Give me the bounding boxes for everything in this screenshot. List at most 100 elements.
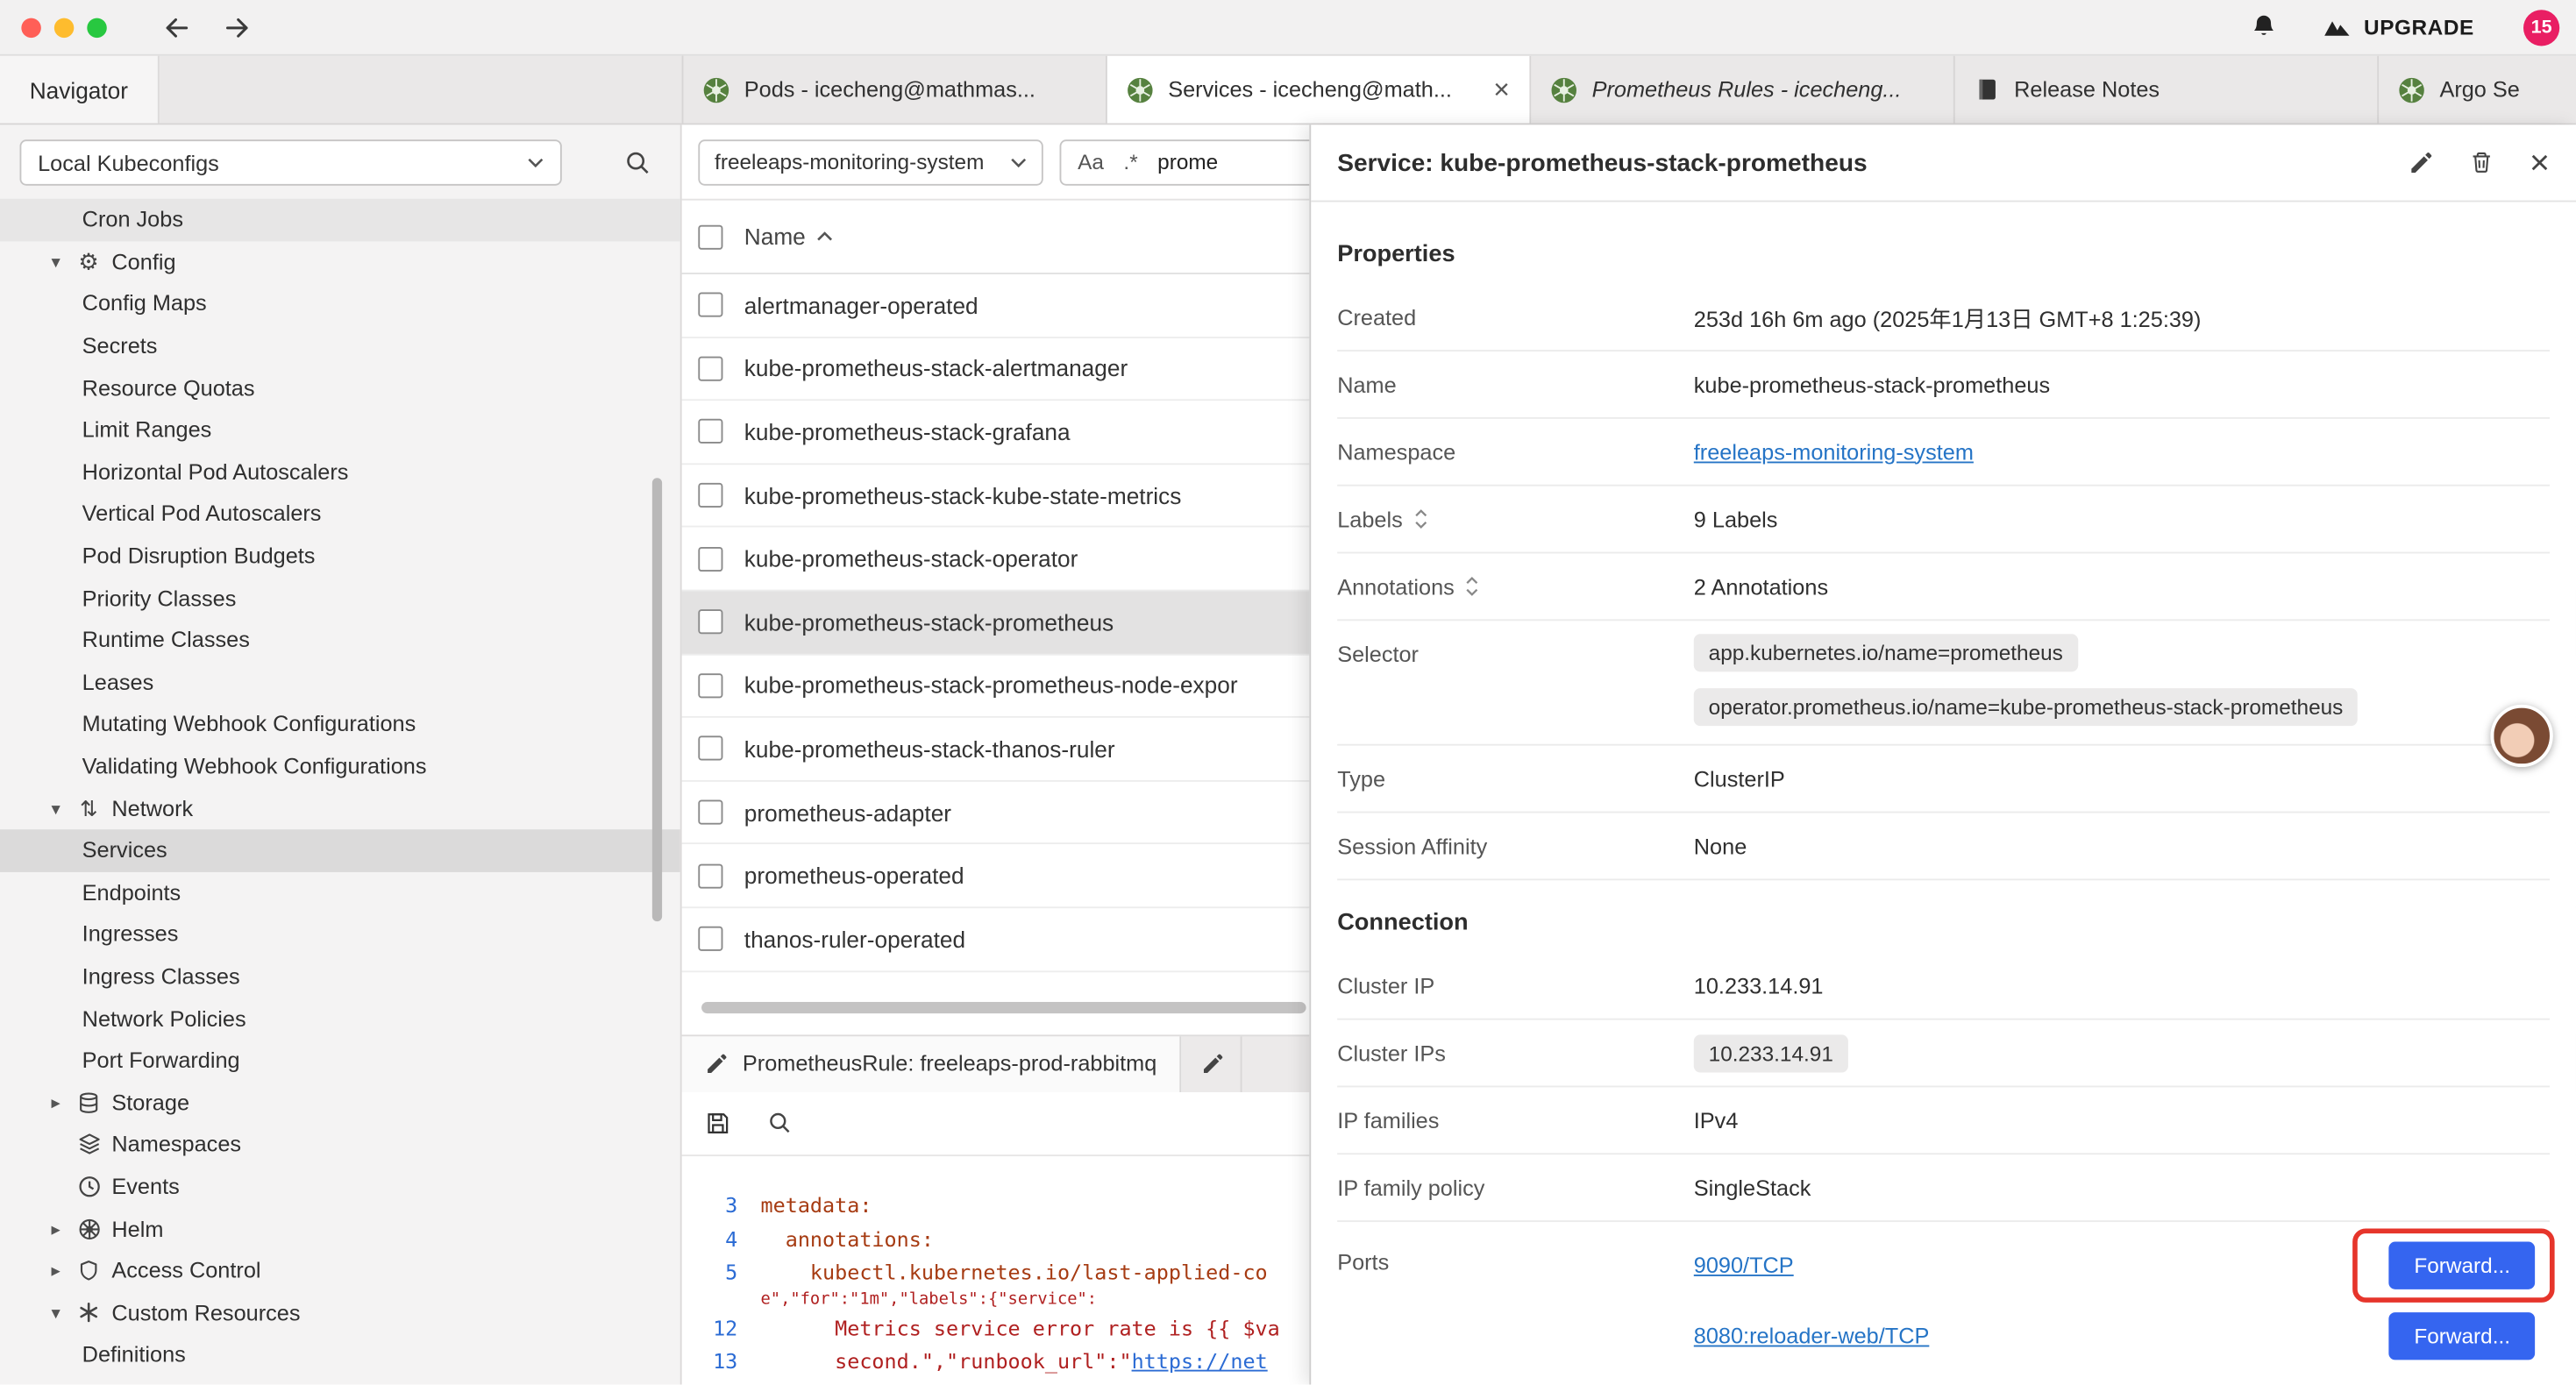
row-checkbox[interactable] — [698, 927, 722, 951]
kubeconfig-select[interactable]: Local Kubeconfigs — [19, 139, 561, 185]
upgrade-label: UPGRADE — [2364, 15, 2474, 39]
forward-button[interactable]: Forward... — [2389, 1312, 2535, 1360]
properties-section-heading: Properties — [1337, 238, 2550, 271]
sidebar-item-label: Access Control — [111, 1259, 260, 1283]
sidebar-item-access-control[interactable]: ▸ Access Control — [0, 1250, 680, 1292]
name-column-header[interactable]: Name — [744, 224, 834, 250]
close-drawer-icon[interactable]: × — [2530, 146, 2550, 180]
sidebar-item-validating-webhook-configurations[interactable]: Validating Webhook Configurations — [0, 745, 680, 787]
zoom-window-button[interactable] — [87, 18, 106, 37]
sidebar-item-pod-disruption-budgets[interactable]: Pod Disruption Budgets — [0, 535, 680, 577]
sidebar-item-leases[interactable]: Leases — [0, 661, 680, 703]
select-all-checkbox[interactable] — [698, 224, 722, 249]
row-checkbox[interactable] — [698, 736, 722, 761]
row-checkbox[interactable] — [698, 293, 722, 317]
back-icon[interactable] — [162, 16, 190, 39]
sidebar-item-endpoints[interactable]: Endpoints — [0, 871, 680, 913]
expand-toggle-icon[interactable] — [1414, 509, 1427, 529]
sidebar-item-definitions[interactable]: Definitions — [0, 1334, 680, 1376]
delete-icon[interactable] — [2469, 150, 2494, 176]
sidebar-item-runtime-classes[interactable]: Runtime Classes — [0, 619, 680, 661]
editor-search-icon[interactable] — [767, 1111, 792, 1135]
chevron-right-icon: ▸ — [43, 1260, 69, 1281]
row-checkbox[interactable] — [698, 356, 722, 380]
sidebar-item-horizontal-pod-autoscalers[interactable]: Horizontal Pod Autoscalers — [0, 451, 680, 493]
sidebar-item-ingress-classes[interactable]: Ingress Classes — [0, 955, 680, 998]
sidebar-item-label: Ingress Classes — [82, 964, 240, 989]
expand-toggle-icon[interactable] — [1466, 577, 1479, 596]
tab-argo-se[interactable]: Argo Se — [2379, 56, 2576, 124]
port-link[interactable]: 8080:reloader-web/TCP — [1694, 1324, 1930, 1348]
namespace-link[interactable]: freeleaps-monitoring-system — [1694, 439, 1974, 464]
sidebar-item-resource-quotas[interactable]: Resource Quotas — [0, 367, 680, 409]
port-link[interactable]: 9090/TCP — [1694, 1254, 1794, 1278]
sidebar-item-network[interactable]: ▾⇅Network — [0, 787, 680, 829]
sidebar-scrollbar[interactable] — [652, 478, 662, 921]
sidebar-item-secrets[interactable]: Secrets — [0, 325, 680, 367]
row-checkbox[interactable] — [698, 420, 722, 444]
row-label: Labels — [1337, 507, 1403, 531]
sidebar-item-helm[interactable]: ▸Helm — [0, 1208, 680, 1250]
release-notes-icon — [1975, 77, 1999, 102]
sidebar-item-namespaces[interactable]: Namespaces — [0, 1124, 680, 1166]
navigator-tree: Cron Jobs▾⚙ConfigConfig MapsSecretsResou… — [0, 199, 680, 1376]
sidebar-item-label: Namespaces — [111, 1133, 241, 1157]
dock-tab-label: PrometheusRule: freeleaps-prod-rabbitmq — [743, 1051, 1156, 1076]
sidebar-item-limit-ranges[interactable]: Limit Ranges — [0, 408, 680, 451]
close-tab-icon[interactable]: × — [1493, 75, 1510, 103]
row-label: IP family policy — [1337, 1175, 1484, 1200]
row-checkbox[interactable] — [698, 610, 722, 635]
dock-tab-prometheusrule-freeleaps-prod-rabbitmq[interactable]: PrometheusRule: freeleaps-prod-rabbitmq — [682, 1035, 1182, 1091]
sidebar-item-services[interactable]: Services — [0, 829, 680, 871]
connection-row-ip-family-policy: IP family policy SingleStack — [1337, 1154, 2550, 1222]
sidebar-item-custom-resources[interactable]: ▾Custom Resources — [0, 1292, 680, 1334]
service-name: thanos-ruler-operated — [744, 926, 965, 952]
forward-icon[interactable] — [224, 16, 252, 39]
row-label: Cluster IPs — [1337, 1041, 1446, 1065]
tab-pods-icecheng-mathmas[interactable]: Pods - icecheng@mathmas... — [683, 56, 1107, 124]
namespace-select[interactable]: freeleaps-monitoring-system — [698, 138, 1042, 184]
row-checkbox[interactable] — [698, 800, 722, 825]
sidebar-item-events[interactable]: Events — [0, 1166, 680, 1208]
dock-tab-partial[interactable] — [1181, 1035, 1242, 1091]
notifications-bell-icon[interactable] — [2251, 13, 2277, 41]
sidebar-item-network-policies[interactable]: Network Policies — [0, 998, 680, 1040]
tab-prometheus-rules-icecheng[interactable]: Prometheus Rules - icecheng... — [1531, 56, 1954, 124]
sidebar-item-vertical-pod-autoscalers[interactable]: Vertical Pod Autoscalers — [0, 493, 680, 535]
sidebar-item-config-maps[interactable]: Config Maps — [0, 283, 680, 325]
sidebar-item-mutating-webhook-configurations[interactable]: Mutating Webhook Configurations — [0, 703, 680, 745]
tab-release-notes[interactable]: Release Notes — [1955, 56, 2379, 124]
created-value: 253d 16h 6m ago (2025年1月13日 GMT+8 1:25:3… — [1694, 301, 2550, 333]
row-checkbox[interactable] — [698, 673, 722, 698]
tab-label: Prometheus Rules - icecheng... — [1592, 77, 1934, 102]
traffic-lights — [21, 18, 106, 37]
row-checkbox[interactable] — [698, 863, 722, 888]
save-icon[interactable] — [705, 1110, 731, 1136]
horizontal-scrollbar[interactable] — [701, 1001, 1306, 1012]
user-avatar[interactable] — [2491, 705, 2553, 767]
row-checkbox[interactable] — [698, 483, 722, 508]
ip-families-value: IPv4 — [1694, 1108, 2550, 1133]
tab-services-icecheng-math[interactable]: Services - icecheng@math...× — [1107, 56, 1531, 124]
sidebar-item-cron-jobs[interactable]: Cron Jobs — [0, 199, 680, 241]
sidebar-search-icon[interactable] — [624, 150, 651, 176]
forward-button[interactable]: Forward... — [2389, 1242, 2535, 1289]
sidebar-item-priority-classes[interactable]: Priority Classes — [0, 577, 680, 619]
sidebar-controls: Local Kubeconfigs — [0, 124, 680, 198]
sidebar-item-port-forwarding[interactable]: Port Forwarding — [0, 1040, 680, 1082]
sidebar-item-ingresses[interactable]: Ingresses — [0, 913, 680, 955]
sidebar-item-label: Port Forwarding — [82, 1048, 240, 1073]
edit-icon[interactable] — [2408, 150, 2432, 174]
sidebar-item-config[interactable]: ▾⚙Config — [0, 241, 680, 283]
close-window-button[interactable] — [21, 18, 40, 37]
row-checkbox[interactable] — [698, 546, 722, 571]
sidebar-item-storage[interactable]: ▸Storage — [0, 1082, 680, 1124]
minimize-window-button[interactable] — [54, 18, 74, 37]
match-case-toggle[interactable]: Aa — [1078, 150, 1104, 174]
regex-toggle[interactable]: .* — [1123, 150, 1137, 174]
row-label: Annotations — [1337, 574, 1455, 599]
sidebar-item-label: Services — [82, 838, 167, 863]
notification-count-badge[interactable]: 15 — [2523, 9, 2559, 45]
upgrade-button[interactable]: UPGRADE — [2323, 15, 2474, 39]
ip-family-policy-value: SingleStack — [1694, 1175, 2550, 1200]
